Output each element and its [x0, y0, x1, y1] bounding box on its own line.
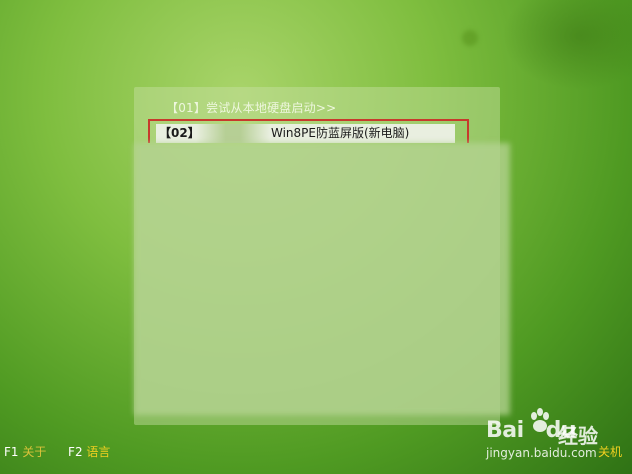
- blurred-dot: [462, 30, 478, 46]
- blurred-top-right-region: [502, 0, 632, 90]
- footer-hotkeys: F1 关于 F2 语言: [4, 443, 110, 461]
- f1-label: 关于: [22, 445, 47, 459]
- f2-key[interactable]: F2: [68, 445, 83, 459]
- watermark-brand-cn: 经验: [558, 424, 598, 448]
- f2-label: 语言: [86, 445, 111, 459]
- watermark-url: jingyan.baidu.com: [486, 446, 597, 460]
- menu-item-boot-local-disk[interactable]: 【01】尝试从本地硬盘启动>>: [166, 99, 336, 117]
- selection-annotation-frame: [148, 119, 469, 143]
- baidu-jingyan-watermark: Bai du 经验 jingyan.baidu.com: [486, 408, 628, 468]
- f1-key[interactable]: F1: [4, 445, 19, 459]
- blurred-menu-area: [134, 143, 510, 415]
